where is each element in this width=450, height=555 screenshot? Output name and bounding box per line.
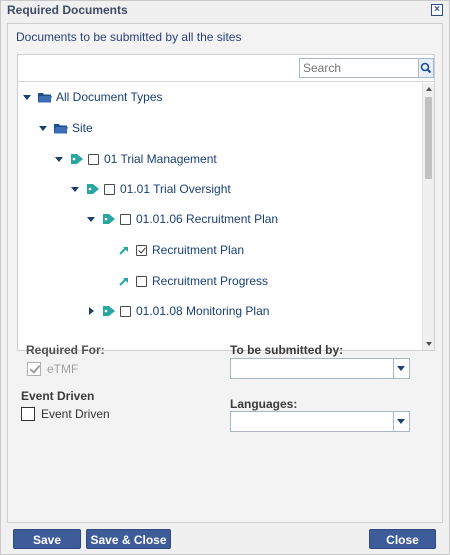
document-link-icon [119,247,128,255]
tree-node-site[interactable]: Site [38,117,93,139]
chevron-down-icon[interactable] [393,359,409,378]
dialog-titlebar: Required Documents × [1,1,449,21]
expand-toggle-icon[interactable] [86,214,96,224]
expand-toggle-icon[interactable] [54,154,64,164]
languages-label: Languages: [230,397,298,411]
tree-node-recruitment-plan[interactable]: Recruitment Plan [118,239,244,261]
save-close-button[interactable]: Save & Close [86,529,171,549]
tree-label: 01 Trial Management [104,152,217,166]
event-driven-checkbox-row[interactable]: Event Driven [21,407,110,421]
tag-icon [103,214,115,224]
tree-node-recruitment-progress[interactable]: Recruitment Progress [118,270,268,292]
tree-node-trial-management[interactable]: 01 Trial Management [54,148,217,170]
scroll-up-icon[interactable] [426,87,432,91]
close-x-icon[interactable]: × [431,4,443,16]
tree-node-all-document-types[interactable]: All Document Types [22,86,163,108]
event-driven-heading: Event Driven [21,389,95,403]
tree-search-bar [18,55,434,82]
documents-heading: Documents to be submitted by all the sit… [16,30,242,44]
scroll-thumb[interactable] [425,97,432,179]
dialog-title: Required Documents [7,3,128,17]
dialog-content: Documents to be submitted by all the sit… [7,23,443,523]
required-documents-dialog: Required Documents × Documents to be sub… [0,0,450,555]
submitted-by-select[interactable] [230,358,410,379]
tree-label: All Document Types [56,90,163,104]
tree-checkbox[interactable] [136,275,147,287]
expand-toggle-icon[interactable] [38,123,48,133]
tree-checkbox[interactable] [136,244,147,256]
tree-checkbox[interactable] [120,213,131,225]
tag-icon [71,154,83,164]
event-driven-checkbox[interactable] [21,407,35,421]
tree-label: 01.01.08 Monitoring Plan [136,304,270,318]
folder-open-icon [38,93,52,103]
folder-open-icon [54,124,68,134]
save-button[interactable]: Save [13,529,81,549]
search-button[interactable] [418,58,434,78]
tree-label: Site [72,121,93,135]
etmf-checkbox-row: eTMF [27,362,78,376]
submitted-by-label: To be submitted by: [230,343,344,357]
document-link-icon [119,278,128,286]
tree-label: Recruitment Progress [152,274,269,288]
expand-toggle-icon[interactable] [70,184,80,194]
tree-scrollbar[interactable] [422,83,434,350]
event-driven-label: Event Driven [41,407,110,421]
tag-icon [87,184,99,194]
search-icon [420,62,432,74]
expand-toggle-icon[interactable] [22,92,32,102]
tree-label: Recruitment Plan [152,243,245,257]
search-input[interactable] [299,58,419,78]
tree-checkbox[interactable] [104,183,115,195]
tree-checkbox[interactable] [120,305,131,317]
tree-label: 01.01.06 Recruitment Plan [136,212,279,226]
close-button[interactable]: Close [369,529,436,549]
expand-toggle-icon[interactable] [86,306,96,316]
tree-node-recruitment-plan-folder[interactable]: 01.01.06 Recruitment Plan [86,208,278,230]
tree-checkbox[interactable] [88,153,99,165]
tree-node-monitoring-plan[interactable]: 01.01.08 Monitoring Plan [86,300,269,322]
required-for-label: Required For: [26,343,105,357]
scroll-down-icon[interactable] [426,342,432,346]
tree-view: All Document Types Site 01 Trial Managem… [18,83,434,350]
tree-node-trial-oversight[interactable]: 01.01 Trial Oversight [70,178,231,200]
etmf-label: eTMF [47,362,79,376]
languages-select[interactable] [230,411,410,432]
etmf-checkbox [27,362,41,376]
tree-label: 01.01 Trial Oversight [120,182,231,196]
document-tree-panel: All Document Types Site [17,54,435,351]
chevron-down-icon[interactable] [393,412,409,431]
tag-icon [103,306,115,316]
